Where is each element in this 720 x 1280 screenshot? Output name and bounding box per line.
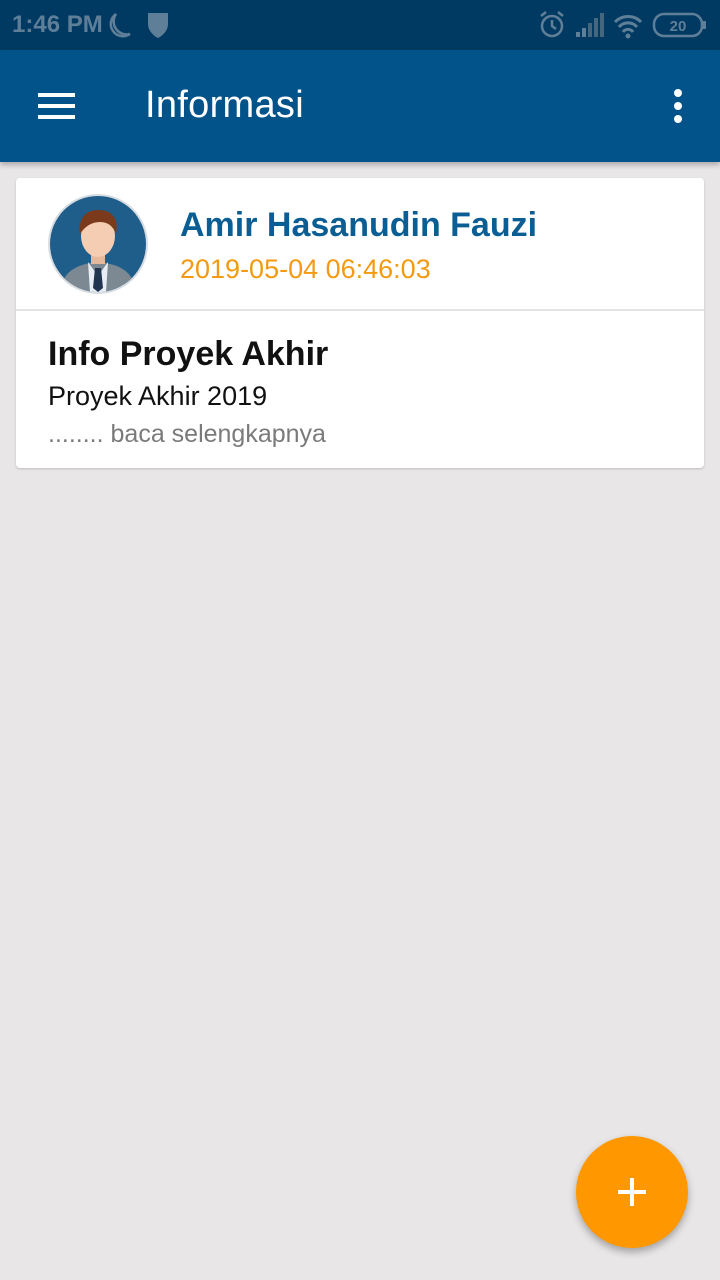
shield-icon [148, 13, 168, 38]
app-bar: Informasi [0, 50, 720, 162]
page-title: Informasi [145, 84, 304, 126]
post-subtitle: Proyek Akhir 2019 [48, 381, 268, 411]
battery-level: 20 [670, 18, 687, 35]
post-card-header: Amir Hasanudin Fauzi 2019-05-04 06:46:03 [16, 178, 704, 311]
more-options-button[interactable] [664, 86, 692, 126]
post-card[interactable]: Amir Hasanudin Fauzi 2019-05-04 06:46:03… [16, 178, 704, 468]
status-bar: 1:46 PM 20 [0, 0, 720, 50]
battery-icon: 20 [652, 12, 706, 38]
hamburger-menu-icon [38, 93, 75, 119]
wifi-icon [613, 15, 643, 39]
moon-icon [109, 12, 131, 38]
post-card-body: Info Proyek Akhir Proyek Akhir 2019 ....… [16, 311, 704, 468]
post-datetime: 2019-05-04 06:46:03 [180, 254, 431, 284]
add-button[interactable] [576, 1136, 688, 1248]
avatar-icon [50, 196, 146, 292]
signal-icon [576, 13, 604, 37]
plus-icon [618, 1178, 646, 1206]
hamburger-menu-button[interactable] [28, 84, 84, 128]
status-time: 1:46 PM [12, 11, 103, 38]
avatar [48, 194, 148, 294]
status-left-icons [109, 12, 168, 38]
alarm-icon [540, 11, 564, 38]
screen: 1:46 PM 20 Informasi Amir Hasanudin Fauz… [0, 0, 720, 1280]
read-more-link[interactable]: ........ baca selengkapnya [48, 420, 326, 449]
more-vert-icon [674, 89, 682, 123]
status-right-icons: 20 [540, 11, 706, 39]
post-title: Info Proyek Akhir [48, 335, 329, 373]
author-name: Amir Hasanudin Fauzi [180, 206, 538, 244]
